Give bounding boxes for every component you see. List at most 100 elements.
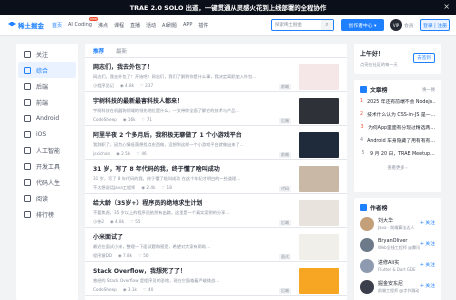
tab-0[interactable]: 推荐 — [93, 47, 104, 55]
close-icon[interactable]: × — [443, 2, 450, 11]
juejin-logo[interactable]: 稀土掘金 — [8, 20, 44, 30]
ranking-item[interactable]: 1 2025 年还有前端不会 Nodejs… — [360, 95, 435, 108]
sidebar-item-code-life[interactable]: 代码人生 — [18, 174, 76, 190]
author-item[interactable]: 刘大华 Java · 前端算法达人 + 关注 — [360, 213, 435, 234]
author-item[interactable]: 进修Ali实 Flutter & Dart GDE + 关注 — [360, 255, 435, 276]
general-icon — [24, 66, 31, 74]
nav-item-2[interactable]: 沸点 — [98, 22, 108, 29]
sidebar-item-devtools[interactable]: 开发工具 — [18, 158, 76, 174]
article-thumbnail[interactable] — [299, 200, 339, 226]
author-item[interactable]: BryanOliver Web全栈工程师 @腾讯 + 关注 — [360, 234, 435, 255]
article-item[interactable]: 给大龄（35岁+）程序员的绝地求生计划不要焦虑，35 岁以上的程序员依然有出路，… — [85, 194, 347, 228]
vip-icon[interactable]: VIP — [390, 19, 402, 31]
checkin-button[interactable]: 去签到 — [413, 53, 435, 63]
article-thumbnail[interactable] — [299, 132, 339, 158]
article-tag[interactable]: 后端 — [279, 220, 291, 226]
avatar[interactable] — [360, 237, 374, 252]
article-author[interactable]: jsxichan — [93, 151, 110, 156]
sidebar-item-ai[interactable]: 人工智能 — [18, 142, 76, 158]
article-tag[interactable]: 后端 — [279, 118, 291, 124]
search-icon[interactable]: ⌕ — [321, 20, 333, 30]
author-name[interactable]: 刘大华 — [378, 217, 414, 224]
nav-item-4[interactable]: 直播 — [130, 22, 140, 29]
ranking-item-title[interactable]: 为何App里面有分现过精选两… — [368, 124, 435, 131]
article-item[interactable]: 宇树科技的最新最害科技人都来！ 宇树科技在机器狗领域的领先地位是什么，一文带你全面… — [85, 92, 347, 126]
sidebar-item-reading[interactable]: 阅读 — [18, 190, 76, 206]
nav-item-6[interactable]: AI刷题 — [162, 22, 177, 29]
article-item[interactable]: 阿里半夜 2 个多月后，我积极无聊做了 1 个小游戏平台 我辞职了，因为心情低落想… — [85, 126, 347, 160]
article-title[interactable]: 31 岁，写了 8 年代码的我，终于懂了啥叫成功 — [93, 164, 269, 173]
article-author[interactable]: 不太想说话Java工程师 — [93, 185, 135, 191]
ranking-item[interactable]: 5 9 月 20 日，TRAE Meetup… — [360, 147, 435, 160]
article-tag[interactable]: 代码 — [279, 186, 291, 192]
article-thumbnail[interactable] — [299, 64, 339, 90]
nav-item-5[interactable]: 活动 — [146, 22, 156, 29]
sidebar-item-frontend[interactable]: 前端 — [18, 94, 76, 110]
article-title[interactable]: 给大龄（35岁+）程序员的绝地求生计划 — [93, 198, 269, 207]
sidebar-item-android[interactable]: Android — [18, 110, 76, 126]
author-item[interactable]: 掘金安东尼 前端工程师 @字节跳动 + 关注 — [360, 276, 435, 297]
article-author[interactable]: 程序猿DD — [93, 253, 112, 259]
nav-item-8[interactable]: 插件 — [198, 22, 208, 29]
article-thumbnail[interactable] — [299, 234, 339, 260]
author-name[interactable]: 掘金安东尼 — [378, 280, 419, 287]
search-input[interactable]: 探索稀土掘金 ⌕ — [271, 19, 334, 31]
view-more-link[interactable]: 查看更多 › — [360, 165, 435, 171]
author-name[interactable]: BryanOliver — [378, 238, 420, 244]
nav-item-1[interactable]: AI Coding new — [68, 16, 98, 29]
article-item[interactable]: 31 岁，写了 8 年代码的我，终于懂了啥叫成功 31 岁，写了 8 年代码的我，… — [85, 160, 347, 194]
ranking-item-title[interactable]: 2025 年还有前端不会 Nodejs… — [367, 98, 435, 105]
vip-label[interactable]: 会员 — [404, 22, 414, 29]
article-title[interactable]: 宇树科技的最新最害科技人都来！ — [93, 96, 269, 105]
article-author[interactable]: CodeSheep — [93, 117, 117, 122]
ranking-icon — [24, 210, 31, 218]
article-tag[interactable]: 面试 — [279, 254, 291, 260]
article-tag[interactable]: 后端 — [279, 288, 291, 294]
nav-item-3[interactable]: 课程 — [114, 22, 124, 29]
ranking-item[interactable]: 3 为何App里面有分现过精选两… — [360, 121, 436, 134]
nav-item-0[interactable]: 首页 — [52, 22, 62, 29]
ranking-item[interactable]: 2 技术什么认为 CSS-in-JS 是一… — [360, 108, 435, 121]
article-item[interactable]: 小米面试了 最近在面试小米，整理一下面试题和感受，希望对大家有帮助… 程序猿DD ◉ … — [85, 228, 347, 262]
ranking-item-title[interactable]: 9 月 20 日，TRAE Meetup… — [370, 150, 435, 157]
sidebar-item-general[interactable]: 综合 — [18, 62, 76, 78]
article-brief: 不要焦虑，35 岁以上的程序员依然有出路，这里是一个真实案例的分享… — [93, 210, 230, 215]
article-tag[interactable]: 前端 — [279, 84, 291, 90]
sidebar-item-backend[interactable]: 后端 — [18, 78, 76, 94]
ranking-item-title[interactable]: Android 车身隐藏了用有有有… — [367, 137, 435, 144]
article-title[interactable]: 阿里半夜 2 个多月后，我积极无聊做了 1 个小游戏平台 — [93, 130, 269, 139]
article-thumbnail[interactable] — [299, 268, 339, 294]
sidebar-item-ios[interactable]: iOS — [18, 126, 76, 142]
nav-item-7[interactable]: APP — [183, 22, 192, 29]
author-name[interactable]: 进修Ali实 — [378, 259, 416, 266]
avatar[interactable] — [360, 258, 374, 273]
sidebar-item-ranking[interactable]: 排行榜 — [18, 206, 76, 222]
article-thumbnail[interactable] — [299, 166, 339, 192]
follow-button[interactable]: + 关注 — [420, 282, 435, 289]
promo-banner[interactable]: TRAE 2.0 SOLO 出道，一键贯通从灵感火花到上线部署的全程协作 × — [0, 0, 456, 15]
article-author[interactable]: 小程序员记 — [93, 83, 114, 89]
refresh-button[interactable]: 换一换 — [422, 87, 435, 93]
follow-button[interactable]: + 关注 — [420, 240, 435, 247]
tab-1[interactable]: 最新 — [116, 47, 127, 55]
ranking-item[interactable]: 4 Android 车身隐藏了用有有有… — [360, 134, 435, 147]
avatar[interactable] — [360, 216, 374, 231]
article-author[interactable]: CodeSheep — [93, 287, 117, 292]
login-button[interactable]: 登录 | 注册 — [420, 19, 450, 31]
ranking-item-title[interactable]: 技术什么认为 CSS-in-JS 是一… — [367, 111, 435, 118]
likes-value: 71 — [146, 117, 153, 122]
likes-value: 40 — [148, 287, 154, 292]
follow-button[interactable]: + 关注 — [420, 261, 435, 268]
creator-center-button[interactable]: 创作者中心 ▾ — [341, 19, 384, 31]
article-item[interactable]: Stack Overflow，我想死了了！ 曾经的 Stack Overflow … — [85, 262, 347, 296]
sidebar-item-follow[interactable]: 关注 — [18, 46, 76, 62]
article-tag[interactable]: 前端 — [279, 152, 291, 158]
article-item[interactable]: 网志们，我去外包了！ 网志们，我去外包了！开始吧！网志们，我们了解到你是什么事，我… — [85, 58, 347, 92]
article-title[interactable]: Stack Overflow，我想死了了！ — [93, 266, 269, 275]
article-author[interactable]: 小伟2 — [93, 219, 104, 225]
follow-button[interactable]: + 关注 — [420, 219, 435, 226]
article-title[interactable]: 小米面试了 — [93, 232, 269, 241]
avatar[interactable] — [360, 279, 374, 294]
article-thumbnail[interactable] — [299, 98, 339, 124]
article-title[interactable]: 网志们，我去外包了！ — [93, 62, 269, 71]
